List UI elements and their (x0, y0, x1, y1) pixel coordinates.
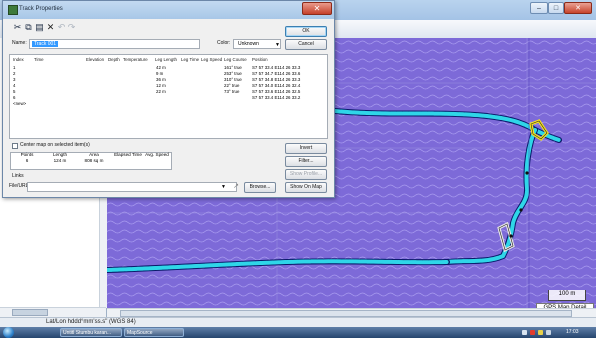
show-profile-button[interactable]: Show Profile... (285, 169, 327, 180)
track-app-icon (8, 5, 18, 15)
track-points-table[interactable]: Index Time Elevation Depth Temperature L… (9, 54, 328, 139)
minimize-button[interactable]: – (530, 2, 548, 14)
column-header-temperature[interactable]: Temperature (123, 57, 148, 63)
cut-icon[interactable]: ✂ (13, 23, 22, 32)
taskbar-button-label: Untitl Stumbu karan... (63, 330, 112, 336)
close-icon: ✕ (313, 4, 321, 13)
summary-header-elapsed-time: Elapsed Time (114, 152, 142, 157)
center-map-checkbox[interactable] (12, 143, 18, 149)
map-scale-label: 100 m (558, 291, 576, 297)
redo-icon[interactable]: ↷ (67, 23, 76, 32)
dialog-close-button[interactable]: ✕ (302, 2, 332, 15)
app-close-button[interactable]: ✕ (564, 2, 592, 14)
maximize-icon: □ (553, 4, 559, 12)
filter-label: Filter... (298, 158, 314, 164)
file-url-field[interactable] (27, 182, 237, 192)
map-waypoint[interactable] (525, 171, 529, 175)
show-on-map-button[interactable]: Show On Map (285, 182, 327, 193)
system-tray (522, 329, 562, 336)
column-header-leg-length[interactable]: Leg Length (155, 57, 177, 63)
chevron-down-icon[interactable]: ▼ (221, 184, 226, 190)
cell-position: S7 57 33.4 E114 26 33.2 (252, 95, 301, 100)
links-label: Links (12, 173, 24, 179)
column-header-position[interactable]: Position (252, 57, 268, 63)
name-label: Name: (12, 40, 27, 46)
map-scroll-thumb[interactable] (120, 310, 572, 317)
color-label: Color: (217, 40, 231, 46)
map-waypoint[interactable] (509, 234, 513, 238)
column-header-time[interactable]: Time (34, 57, 44, 63)
summary-length-value: 124 m (53, 158, 67, 163)
dialog-title: Track Properties (19, 6, 63, 12)
column-header-depth[interactable]: Depth (108, 57, 120, 63)
link-icon[interactable]: ↗ (231, 182, 241, 192)
cell-leg-length: 22 m (156, 89, 166, 94)
tray-security-icon[interactable] (530, 330, 535, 335)
column-header-index[interactable]: Index (13, 57, 24, 63)
track-properties-dialog: Track Properties ✕ ✂ ⧉ ▤ ✕ ↶ ↷ OK Cancel… (2, 0, 335, 198)
name-value: Track 001 (32, 41, 59, 47)
minimize-icon: – (537, 4, 541, 12)
map-waypoint[interactable] (519, 208, 523, 212)
invert-label: Invert (299, 145, 313, 151)
new-row[interactable]: <new> (13, 101, 26, 107)
left-pane-scroll-thumb[interactable] (12, 309, 48, 316)
show-on-map-label: Show On Map (290, 184, 322, 190)
ok-button[interactable]: OK (285, 26, 327, 37)
close-icon: ✕ (575, 5, 581, 12)
cancel-button[interactable]: Cancel (285, 39, 327, 50)
chevron-down-icon[interactable]: ▼ (275, 42, 280, 48)
undo-icon[interactable]: ↶ (57, 23, 66, 32)
start-button[interactable] (3, 327, 14, 338)
show-profile-label: Show Profile... (289, 171, 323, 177)
center-map-label[interactable]: Center map on selected item(s) (20, 141, 90, 150)
copy-icon[interactable]: ⧉ (24, 23, 33, 32)
paste-icon[interactable]: ▤ (35, 23, 44, 32)
delete-icon[interactable]: ✕ (46, 23, 55, 32)
tray-arrow-icon[interactable] (522, 330, 527, 335)
invert-button[interactable]: Invert (285, 143, 327, 154)
column-header-leg-course[interactable]: Leg Course (224, 57, 247, 63)
cancel-label: Cancel (298, 41, 314, 47)
color-value: Unknown (238, 41, 259, 47)
summary-points-value: 6 (25, 158, 29, 163)
status-text: Lat/Lon hddd°mm'ss.s" (WGS 84) (46, 319, 136, 325)
taskbar-clock[interactable]: 17:03 (566, 328, 579, 337)
summary-header-avg-speed: Avg. Speed (145, 152, 169, 157)
column-header-leg-speed[interactable]: Leg Speed (201, 57, 222, 63)
color-select[interactable]: Unknown (233, 39, 281, 49)
filter-button[interactable]: Filter... (285, 156, 327, 167)
cell-leg-course: 73° true (224, 89, 240, 94)
taskbar-button-2[interactable]: MapSource (124, 328, 184, 337)
taskbar-button-label: MapSource (127, 330, 153, 336)
ok-label: OK (302, 28, 310, 34)
maximize-button[interactable]: □ (548, 2, 564, 14)
taskbar-button-1[interactable]: Untitl Stumbu karan... (60, 328, 122, 337)
tray-network-icon[interactable] (538, 330, 543, 335)
map-scale-bar: 100 m (548, 290, 586, 301)
column-header-elevation[interactable]: Elevation (86, 57, 104, 63)
tray-volume-icon[interactable] (546, 330, 551, 335)
summary-area-value: 808 sq m (84, 158, 104, 163)
column-header-leg-time[interactable]: Leg Time (181, 57, 199, 63)
browse-label: Browse... (249, 184, 271, 190)
browse-button[interactable]: Browse... (244, 182, 276, 193)
